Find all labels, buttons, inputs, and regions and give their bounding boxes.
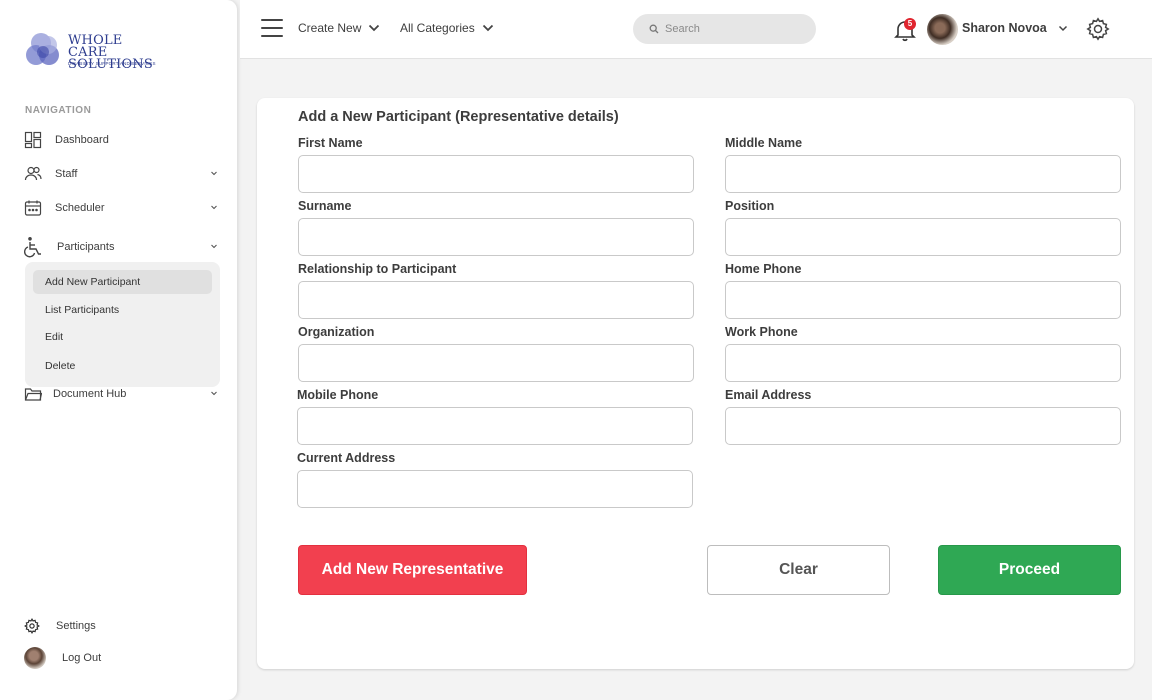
work-phone-field[interactable] — [725, 344, 1121, 382]
all-categories-label: All Categories — [400, 21, 475, 35]
current-address-field[interactable] — [297, 470, 693, 508]
logo-mark-icon — [26, 33, 59, 65]
notification-badge: 5 — [904, 18, 916, 30]
settings-link[interactable]: Settings — [24, 618, 96, 634]
top-bar: Create New All Categories Search 5 Sharo… — [240, 0, 1152, 59]
search-input[interactable]: Search — [633, 14, 816, 44]
sidebar-item-scheduler[interactable]: Scheduler — [24, 196, 220, 220]
home-phone-label: Home Phone — [725, 262, 802, 276]
form-title: Add a New Participant (Representative de… — [298, 109, 619, 125]
relationship-field[interactable] — [298, 281, 694, 319]
user-avatar[interactable] — [927, 14, 958, 45]
mobile-phone-field[interactable] — [297, 407, 693, 445]
search-icon — [649, 24, 659, 34]
sidebar-item-label: Participants — [57, 241, 115, 253]
sidebar-item-label: Document Hub — [53, 388, 127, 400]
gear-icon — [24, 618, 40, 634]
sidebar-item-label: Dashboard — [55, 134, 109, 146]
position-field[interactable] — [725, 218, 1121, 256]
email-field[interactable] — [725, 407, 1121, 445]
user-name[interactable]: Sharon Novoa — [962, 21, 1047, 35]
logout-label: Log Out — [62, 652, 102, 664]
first-name-field[interactable] — [298, 155, 694, 193]
chevron-down-icon[interactable] — [1058, 25, 1068, 32]
sidebar-item-staff[interactable]: Staff — [24, 162, 220, 186]
logo[interactable]: WHOLE CARE SOLUTIONS DISABILITY SUPPORT … — [24, 30, 164, 72]
proceed-button[interactable]: Proceed — [938, 545, 1121, 595]
surname-label: Surname — [298, 199, 352, 213]
logo-tagline: DISABILITY SUPPORT AND SERVICES — [68, 61, 156, 66]
settings-label: Settings — [56, 620, 96, 632]
participants-submenu: Add New Participant List Participants Ed… — [25, 262, 220, 387]
chevron-down-icon — [482, 24, 493, 32]
sidebar-item-participants[interactable]: Participants — [24, 235, 220, 259]
first-name-label: First Name — [298, 136, 363, 150]
position-label: Position — [725, 199, 775, 213]
participant-form-card: Add a New Participant (Representative de… — [257, 98, 1134, 669]
home-phone-field[interactable] — [725, 281, 1121, 319]
add-new-representative-button[interactable]: Add New Representative — [298, 545, 527, 595]
current-address-label: Current Address — [297, 451, 396, 465]
hamburger-menu-icon[interactable] — [261, 19, 283, 37]
sidebar-item-label: Staff — [55, 168, 78, 180]
wheelchair-icon — [24, 237, 41, 258]
sidebar-item-dashboard[interactable]: Dashboard — [24, 128, 220, 152]
dashboard-icon — [24, 131, 42, 149]
sidebar: WHOLE CARE SOLUTIONS DISABILITY SUPPORT … — [0, 0, 237, 700]
gear-icon[interactable] — [1086, 17, 1110, 41]
chevron-down-icon — [211, 205, 217, 210]
chevron-down-icon — [211, 391, 217, 396]
logout-link[interactable]: Log Out — [24, 647, 101, 669]
surname-field[interactable] — [298, 218, 694, 256]
calendar-icon — [24, 200, 42, 216]
create-new-dropdown[interactable]: Create New — [298, 21, 380, 35]
sidebar-item-document-hub[interactable]: Document Hub — [24, 382, 220, 406]
chevron-down-icon — [369, 24, 380, 32]
organization-label: Organization — [298, 325, 375, 339]
middle-name-field[interactable] — [725, 155, 1121, 193]
users-icon — [24, 166, 42, 181]
submenu-item-delete[interactable]: Delete — [33, 354, 212, 378]
submenu-item-add-new-participant[interactable]: Add New Participant — [33, 270, 212, 294]
work-phone-label: Work Phone — [725, 325, 798, 339]
mobile-phone-label: Mobile Phone — [297, 388, 379, 402]
sidebar-item-label: Scheduler — [55, 202, 105, 214]
chevron-down-icon — [211, 244, 217, 249]
relationship-label: Relationship to Participant — [298, 262, 457, 276]
clear-button[interactable]: Clear — [707, 545, 890, 595]
create-new-label: Create New — [298, 21, 362, 35]
avatar — [24, 647, 46, 669]
submenu-item-list-participants[interactable]: List Participants — [33, 298, 212, 322]
submenu-item-edit[interactable]: Edit — [33, 325, 212, 349]
middle-name-label: Middle Name — [725, 136, 803, 150]
all-categories-dropdown[interactable]: All Categories — [400, 21, 494, 35]
folder-icon — [24, 388, 42, 401]
chevron-down-icon — [211, 171, 217, 176]
email-label: Email Address — [725, 388, 812, 402]
organization-field[interactable] — [298, 344, 694, 382]
search-placeholder: Search — [665, 23, 700, 35]
nav-heading: NAVIGATION — [25, 105, 92, 116]
